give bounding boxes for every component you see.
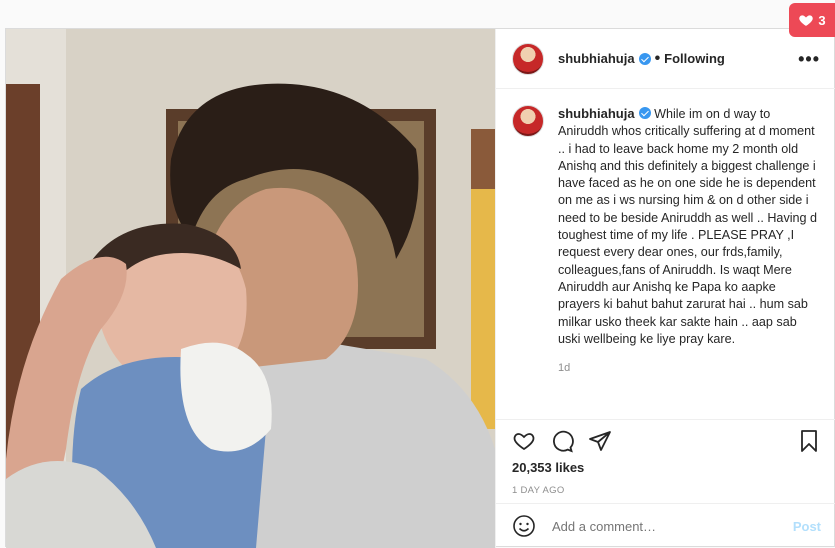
caption-timestamp[interactable]: 1d [558,360,820,377]
avatar[interactable] [512,42,544,75]
activity-notification[interactable]: 3 [789,3,835,37]
post-image [6,29,495,548]
separator-dot: • [654,49,661,67]
save-bookmark-icon[interactable] [797,429,821,453]
verified-badge-icon [638,52,651,65]
username-link[interactable]: shubhiahuja [558,51,635,66]
caption-text: While im on d way to Aniruddh whos criti… [558,107,818,346]
comment-input[interactable] [552,518,793,534]
heart-icon [799,15,814,26]
caption-area: shubhiahuja While im on d way to Anirudd… [496,89,835,409]
caption-verified-badge-icon [638,107,651,119]
following-button[interactable]: Following [664,51,725,66]
post-actions-area: 20,353 likes 1 DAY AGO [496,419,835,504]
caption-avatar[interactable] [512,105,544,137]
post-side-panel: shubhiahuja • Following ••• shubhiahuja … [495,29,835,548]
post-comment-button[interactable]: Post [793,519,821,534]
caption-username-link[interactable]: shubhiahuja [558,106,635,121]
post-age[interactable]: 1 DAY AGO [512,485,821,496]
emoji-smiley-icon[interactable] [512,514,536,538]
like-heart-icon[interactable] [512,429,536,453]
post-photo[interactable] [6,29,495,548]
action-bar [512,428,821,454]
add-comment-bar: Post [496,503,835,548]
top-bar [0,0,835,28]
post-dialog: shubhiahuja • Following ••• shubhiahuja … [5,28,835,548]
like-count[interactable]: 20,353 likes [512,460,821,475]
post-header: shubhiahuja • Following ••• [496,29,835,89]
caption: shubhiahuja While im on d way to Anirudd… [558,105,820,377]
share-paper-plane-icon[interactable] [588,429,612,453]
more-options-icon[interactable]: ••• [798,50,820,68]
comment-bubble-icon[interactable] [550,429,574,453]
notification-count: 3 [818,12,826,28]
